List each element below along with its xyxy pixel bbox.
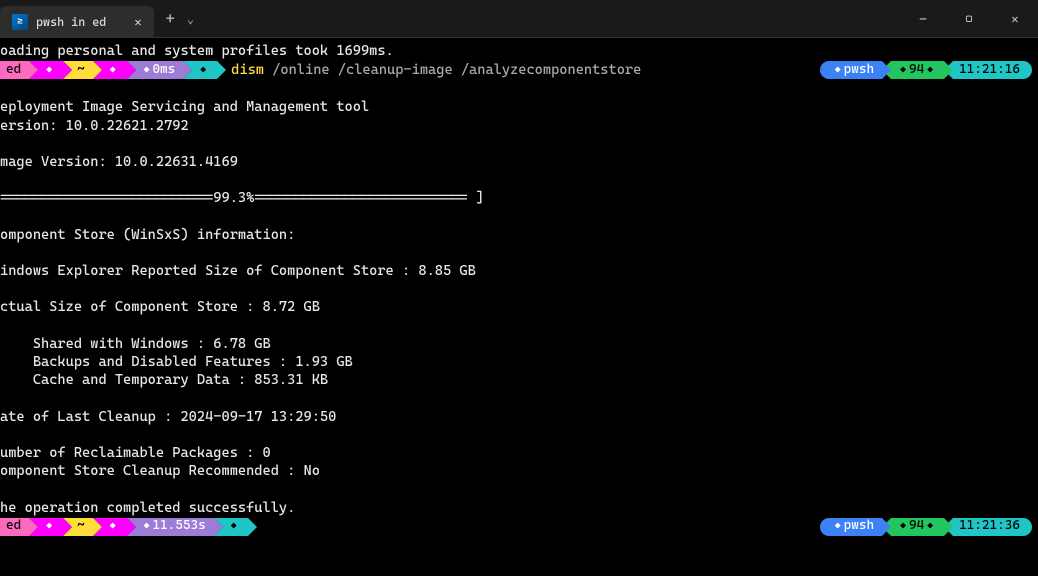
output-line: Shared with Windows : 6.78 GB (0, 335, 1038, 353)
output-line: umber of Reclaimable Packages : 0 (0, 444, 1038, 462)
output-line: omponent Store (WinSxS) information: (0, 226, 1038, 244)
seg-shell: ◆ pwsh (820, 518, 882, 536)
seg-shell: ◆ pwsh (820, 61, 882, 79)
output-line: Cache and Temporary Data : 853.31 KB (0, 371, 1038, 389)
powershell-icon: ≥ (12, 14, 28, 30)
status-right: ◆ pwsh ◆ 94◆ 11:21:16 (820, 61, 1032, 79)
seg-time: 11:21:36 (953, 518, 1032, 536)
output-line (0, 426, 1038, 444)
seg-time: 11:21:16 (953, 61, 1032, 79)
seg-user: ed (0, 61, 29, 79)
output-line (0, 171, 1038, 189)
output-line (0, 280, 1038, 298)
output-line: eployment Image Servicing and Management… (0, 98, 1038, 116)
prompt-line: ed ◆ ~ ◆ ◆ 11.553s ◆ ◆ pwsh ◆ 94◆ 11:21:… (0, 518, 1038, 536)
close-tab-icon[interactable]: ✕ (134, 15, 141, 29)
output-line (0, 317, 1038, 335)
tabs-container: ≥ pwsh in ed ✕ + ⌄ (0, 0, 194, 37)
output-line (0, 480, 1038, 498)
tab-dropdown-icon[interactable]: ⌄ (187, 12, 194, 26)
output-line: he operation completed successfully. (0, 499, 1038, 517)
output-line: ==========================99.3%=========… (0, 189, 1038, 207)
output-line: indows Explorer Reported Size of Compone… (0, 262, 1038, 280)
output-line: ctual Size of Component Store : 8.72 GB (0, 298, 1038, 316)
tab-title: pwsh in ed (36, 15, 106, 29)
output-line (0, 208, 1038, 226)
output-line (0, 244, 1038, 262)
output-line (0, 135, 1038, 153)
window-controls: — ▢ ✕ (900, 0, 1038, 37)
output-line (0, 389, 1038, 407)
output-line: oading personal and system profiles took… (0, 42, 1038, 60)
seg-user: ed (0, 518, 29, 536)
maximize-button[interactable]: ▢ (946, 0, 992, 37)
status-right: ◆ pwsh ◆ 94◆ 11:21:36 (820, 518, 1032, 536)
output-line: mage Version: 10.0.22631.4169 (0, 153, 1038, 171)
add-tab-button[interactable]: + (166, 9, 175, 28)
output-line (0, 80, 1038, 98)
output-line: omponent Store Cleanup Recommended : No (0, 462, 1038, 480)
window-titlebar: ≥ pwsh in ed ✕ + ⌄ — ▢ ✕ (0, 0, 1038, 38)
close-window-button[interactable]: ✕ (992, 0, 1038, 37)
prompt-line: ed ◆ ~ ◆ ◆ 0ms ◆ dism /online /cleanup-i… (0, 61, 1038, 79)
output-line: ersion: 10.0.22621.2792 (0, 117, 1038, 135)
terminal-content[interactable]: oading personal and system profiles took… (0, 38, 1038, 541)
output-line: ate of Last Cleanup : 2024-09-17 13:29:5… (0, 408, 1038, 426)
seg-mem: ◆ 94◆ (891, 61, 944, 79)
tab-active[interactable]: ≥ pwsh in ed ✕ (0, 6, 154, 38)
command-text: dism /online /cleanup-image /analyzecomp… (231, 61, 641, 79)
seg-mem: ◆ 94◆ (891, 518, 944, 536)
minimize-button[interactable]: — (900, 0, 946, 37)
output-line: Backups and Disabled Features : 1.93 GB (0, 353, 1038, 371)
seg-duration: ◆ 11.553s (127, 518, 214, 536)
